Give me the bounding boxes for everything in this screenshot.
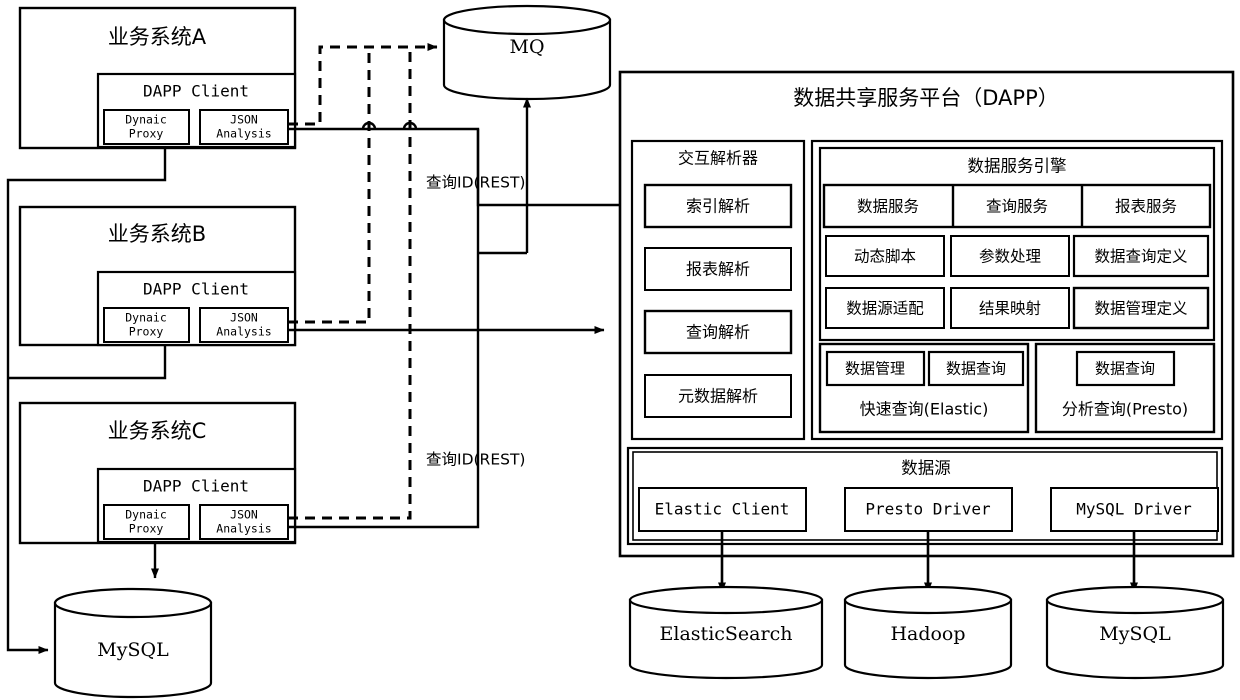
parser-item-report-label: 报表解析 bbox=[686, 260, 750, 279]
engine-query-group-elastic: 数据管理 数据查询 快速查询(Elastic) bbox=[818, 342, 1030, 434]
storage-mysql: MySQL bbox=[1045, 585, 1225, 680]
json-analysis-b-line2: Analysis bbox=[216, 325, 271, 339]
system-b-title: 业务系统B bbox=[108, 222, 206, 246]
storage-elasticsearch: ElasticSearch bbox=[628, 585, 824, 680]
edge-label-query-id-top: 查询ID(REST) bbox=[426, 174, 525, 192]
json-analysis-c-line1: JSON bbox=[230, 508, 258, 522]
parser-item-index-label: 索引解析 bbox=[686, 197, 750, 216]
engine-cell-data-query-def-label: 数据查询定义 bbox=[1094, 248, 1187, 266]
mysql-left-label: MySQL bbox=[97, 639, 169, 661]
datasource-panel: 数据源 Elastic Client Presto Driver MySQL D… bbox=[626, 446, 1224, 546]
engine-query-group-presto: 数据查询 分析查询(Presto) bbox=[1034, 342, 1216, 434]
engine-title: 数据服务引擎 bbox=[968, 157, 1067, 176]
chip-data-query-elastic-label: 数据查询 bbox=[946, 360, 1006, 378]
driver-elastic-client-label: Elastic Client bbox=[655, 500, 790, 519]
engine-row-3: 数据源适配 结果映射 数据管理定义 bbox=[825, 286, 1210, 330]
mq-queue: MQ bbox=[442, 4, 612, 101]
datasource-title: 数据源 bbox=[901, 459, 951, 478]
caption-fast-query-elastic: 快速查询(Elastic) bbox=[860, 400, 989, 419]
engine-cell-dynamic-script-label: 动态脚本 bbox=[854, 248, 916, 266]
caption-analysis-query-presto: 分析查询(Presto) bbox=[1062, 400, 1188, 419]
dynaic-proxy-a-line1: Dynaic bbox=[125, 113, 167, 127]
business-system-a[interactable]: 业务系统A DAPP Client Dynaic Proxy JSON Anal… bbox=[18, 6, 297, 150]
driver-mysql-label: MySQL Driver bbox=[1076, 500, 1192, 519]
parser-title: 交互解析器 bbox=[678, 149, 758, 168]
storage-hadoop-label: Hadoop bbox=[890, 623, 965, 645]
dynaic-proxy-c-line2: Proxy bbox=[129, 522, 164, 536]
dynaic-proxy-b-line1: Dynaic bbox=[125, 311, 167, 325]
json-analysis-a-line2: Analysis bbox=[216, 127, 271, 141]
platform-title: 数据共享服务平台（DAPP） bbox=[793, 86, 1059, 110]
driver-presto-label: Presto Driver bbox=[865, 500, 991, 519]
storage-elasticsearch-label: ElasticSearch bbox=[660, 623, 793, 645]
parser-item-metadata-label: 元数据解析 bbox=[678, 387, 758, 406]
dapp-client-a-title: DAPP Client bbox=[143, 82, 249, 101]
dapp-platform: 数据共享服务平台（DAPP） 交互解析器 索引解析 报表解析 查询解析 元数据解… bbox=[618, 70, 1235, 558]
engine-cell-data-mgmt-def-label: 数据管理定义 bbox=[1094, 300, 1187, 318]
dapp-client-c-title: DAPP Client bbox=[143, 477, 249, 496]
storage-hadoop: Hadoop bbox=[843, 585, 1013, 680]
json-analysis-c-line2: Analysis bbox=[216, 522, 271, 536]
system-a-title: 业务系统A bbox=[108, 25, 207, 49]
json-analysis-b-line1: JSON bbox=[230, 311, 258, 325]
system-c-title: 业务系统C bbox=[108, 419, 207, 443]
business-system-b[interactable]: 业务系统B DAPP Client Dynaic Proxy JSON Anal… bbox=[18, 205, 297, 347]
storage-mysql-label: MySQL bbox=[1099, 623, 1171, 645]
dynaic-proxy-b-line2: Proxy bbox=[129, 325, 164, 339]
engine-row-2: 动态脚本 参数处理 数据查询定义 bbox=[825, 234, 1210, 278]
edge-label-query-id-bottom: 查询ID(REST) bbox=[426, 451, 525, 469]
dapp-client-b-title: DAPP Client bbox=[143, 280, 249, 299]
mysql-left-datastore: MySQL bbox=[53, 587, 213, 699]
engine-row-1: 数据服务 查询服务 报表服务 bbox=[822, 183, 1212, 229]
dynaic-proxy-c-line1: Dynaic bbox=[125, 508, 167, 522]
engine-cell-result-mapping-label: 结果映射 bbox=[979, 300, 1041, 318]
chip-data-management-label: 数据管理 bbox=[845, 360, 905, 378]
engine-cell-query-service[interactable]: 查询服务 bbox=[986, 198, 1048, 216]
parser-item-query-label: 查询解析 bbox=[686, 323, 750, 342]
business-system-c[interactable]: 业务系统C DAPP Client Dynaic Proxy JSON Anal… bbox=[18, 401, 297, 579]
dynaic-proxy-a-line2: Proxy bbox=[129, 127, 164, 141]
json-analysis-a-line1: JSON bbox=[230, 113, 258, 127]
engine-cell-param-process-label: 参数处理 bbox=[979, 248, 1041, 266]
engine-cell-report-service[interactable]: 报表服务 bbox=[1115, 198, 1177, 216]
engine-cell-data-service[interactable]: 数据服务 bbox=[857, 198, 919, 216]
data-service-engine-panel: 数据服务引擎 数据服务 查询服务 报表服务 动态脚本 参数处理 数据查询定义 数… bbox=[810, 139, 1224, 441]
interaction-parser-panel: 交互解析器 索引解析 报表解析 查询解析 元数据解析 bbox=[630, 139, 806, 441]
architecture-diagram: 业务系统A DAPP Client Dynaic Proxy JSON Anal… bbox=[0, 0, 1240, 700]
dashed-mq-connectors bbox=[288, 43, 438, 520]
mq-label: MQ bbox=[509, 36, 544, 58]
chip-data-query-presto-label: 数据查询 bbox=[1095, 360, 1155, 378]
engine-cell-datasource-adapt-label: 数据源适配 bbox=[846, 300, 924, 318]
